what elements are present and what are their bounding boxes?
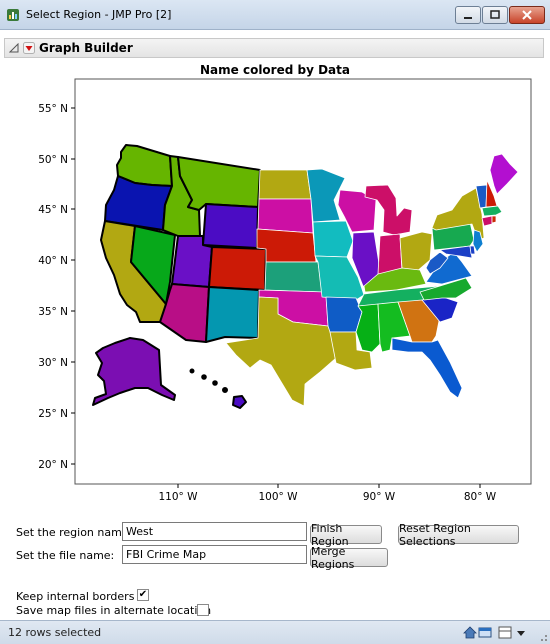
status-bar: 12 rows selected — [0, 620, 550, 644]
state-nebraska[interactable] — [256, 228, 317, 263]
file-name-input[interactable] — [122, 545, 307, 564]
reset-region-selections-button[interactable]: Reset Region Selections — [398, 522, 519, 548]
y-axis: 55° N 50° N 45° N 40° N 35° N 30° N 25° … — [38, 103, 75, 471]
y-tick-label: 30° N — [38, 357, 68, 369]
y-tick-label: 20° N — [38, 459, 68, 471]
x-axis: 110° W 100° W 90° W 80° W — [158, 484, 497, 503]
keep-internal-borders-checkbox[interactable]: ✔ — [137, 589, 149, 601]
status-rows-selected: 12 rows selected — [8, 626, 102, 639]
y-tick-label: 40° N — [38, 255, 68, 267]
y-tick-label: 55° N — [38, 103, 68, 115]
y-tick: 45° N — [38, 204, 75, 216]
save-alternate-location-checkbox[interactable] — [197, 604, 209, 616]
state-south-dakota[interactable] — [257, 198, 314, 234]
y-tick-label: 35° N — [38, 306, 68, 318]
state-kansas[interactable] — [264, 261, 323, 293]
layout-icon[interactable] — [498, 626, 512, 639]
x-tick: 110° W — [158, 484, 198, 503]
x-tick: 90° W — [363, 484, 396, 503]
resize-grip-icon[interactable] — [535, 629, 549, 642]
save-alternate-location-label: Save map files in alternate location — [16, 604, 212, 617]
state-connecticut[interactable] — [481, 215, 493, 227]
x-tick-label: 100° W — [258, 491, 298, 503]
x-tick-label: 80° W — [464, 491, 497, 503]
state-colorado[interactable] — [208, 246, 267, 291]
state-new-mexico[interactable] — [205, 286, 260, 343]
x-tick: 100° W — [258, 484, 298, 503]
y-tick: 50° N — [38, 154, 75, 166]
state-rhode-island[interactable] — [491, 215, 497, 224]
y-tick-label: 25° N — [38, 408, 68, 420]
state-arkansas[interactable] — [325, 296, 363, 333]
y-tick: 35° N — [38, 306, 75, 318]
y-tick-label: 50° N — [38, 154, 68, 166]
x-tick: 80° W — [464, 484, 497, 503]
state-wyoming[interactable] — [202, 203, 259, 249]
chevron-down-icon[interactable] — [514, 626, 528, 639]
file-name-label: Set the file name: — [16, 549, 115, 562]
state-delaware[interactable] — [469, 245, 476, 255]
region-name-input[interactable] — [122, 522, 307, 541]
merge-regions-button[interactable]: Merge Regions — [310, 545, 388, 571]
y-tick: 25° N — [38, 408, 75, 420]
window-list-icon[interactable] — [478, 626, 492, 639]
state-iowa[interactable] — [312, 220, 354, 258]
x-tick-label: 110° W — [158, 491, 198, 503]
y-tick: 30° N — [38, 357, 75, 369]
finish-region-button[interactable]: Finish Region — [310, 522, 382, 548]
state-north-dakota[interactable] — [258, 169, 312, 200]
y-tick: 55° N — [38, 103, 75, 115]
x-tick-label: 90° W — [363, 491, 396, 503]
y-tick: 40° N — [38, 255, 75, 267]
keep-internal-borders-label: Keep internal borders — [16, 590, 135, 603]
y-tick: 20° N — [38, 459, 75, 471]
home-icon[interactable] — [463, 626, 477, 639]
y-tick-label: 45° N — [38, 204, 68, 216]
map-chart: 55° N 50° N 45° N 40° N 35° N 30° N 25° … — [38, 78, 532, 503]
region-name-label: Set the region name: — [16, 526, 133, 539]
